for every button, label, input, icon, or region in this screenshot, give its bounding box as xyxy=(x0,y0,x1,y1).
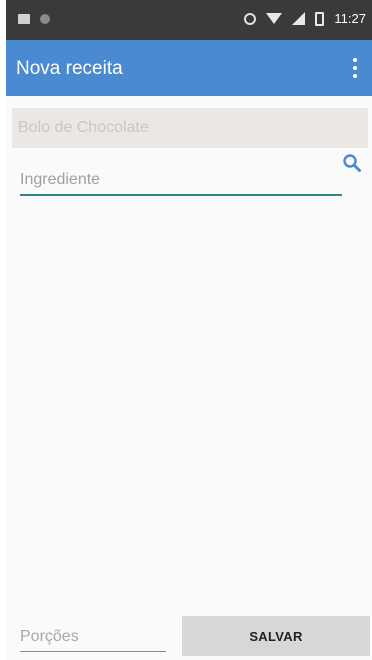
page-title: Nova receita xyxy=(16,58,123,79)
ingredient-input[interactable] xyxy=(20,166,342,196)
overflow-menu-icon[interactable] xyxy=(352,58,358,78)
app-screen: 11:27 Nova receita SALVAR xyxy=(6,0,372,660)
app-bar: Nova receita xyxy=(6,40,372,96)
recipe-name-field[interactable] xyxy=(12,108,368,148)
alarm-icon xyxy=(244,12,257,25)
battery-icon xyxy=(315,11,325,26)
portions-input[interactable] xyxy=(20,622,166,652)
signal-icon xyxy=(292,12,306,25)
image-icon xyxy=(18,14,30,24)
wifi-icon xyxy=(266,13,283,24)
circle-icon xyxy=(40,14,50,24)
search-icon[interactable] xyxy=(342,153,362,173)
save-button[interactable]: SALVAR xyxy=(182,616,370,656)
status-time: 11:27 xyxy=(334,11,366,26)
status-bar: 11:27 xyxy=(6,0,372,40)
